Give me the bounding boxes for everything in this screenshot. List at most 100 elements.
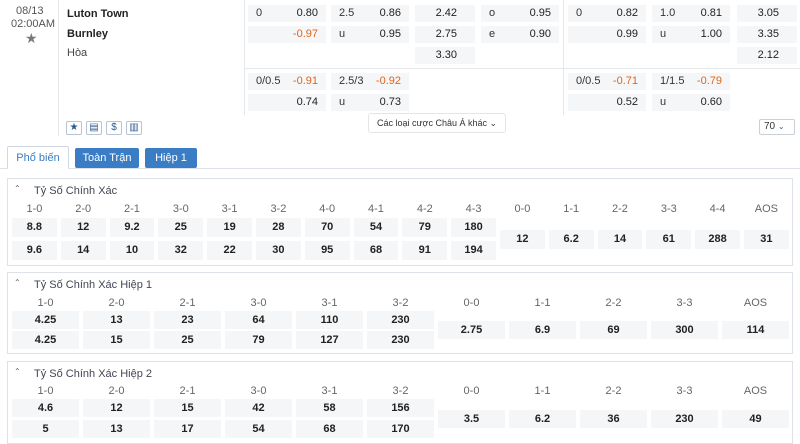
score-odds[interactable]: 127 bbox=[296, 331, 363, 349]
favorite-star-icon[interactable]: ★ bbox=[25, 30, 38, 47]
hdp-away-odds[interactable]: -0.97 bbox=[248, 26, 326, 43]
score-odds[interactable]: 4.25 bbox=[12, 331, 79, 349]
score-odds[interactable]: 5 bbox=[12, 420, 79, 438]
score-odds[interactable]: 79 bbox=[225, 331, 292, 349]
collapse-icon[interactable]: ⌃ bbox=[14, 184, 21, 193]
score-odds[interactable]: 64 bbox=[225, 311, 292, 329]
score-odds[interactable]: 12 bbox=[500, 230, 545, 249]
score-odds[interactable]: 12 bbox=[83, 399, 150, 417]
score-odds[interactable]: 180 bbox=[451, 218, 496, 237]
score-odds[interactable]: 49 bbox=[722, 410, 789, 428]
favorite-icon[interactable]: ★ bbox=[66, 121, 82, 135]
ou2-under-odds[interactable]: u 0.73 bbox=[331, 94, 409, 111]
score-odds[interactable]: 170 bbox=[367, 420, 434, 438]
score-odds[interactable]: 6.9 bbox=[509, 321, 576, 339]
ou2-over-odds[interactable]: 2.5/3 -0.92 bbox=[331, 73, 409, 90]
tab-first-half[interactable]: Hiệp 1 bbox=[145, 148, 197, 168]
h1-ou-over-odds[interactable]: 1.0 0.81 bbox=[652, 5, 730, 22]
score-odds[interactable]: 8.8 bbox=[12, 218, 57, 237]
home-team[interactable]: Luton Town bbox=[67, 8, 129, 20]
ou-over-odds[interactable]: 2.5 0.86 bbox=[331, 5, 409, 22]
score-odds[interactable]: 32 bbox=[158, 241, 204, 260]
more-bets-link[interactable]: Các loại cược Châu Á khác ⌄ bbox=[368, 113, 507, 133]
h1-hdp2-away-odds[interactable]: 0.52 bbox=[568, 94, 646, 111]
score-odds[interactable]: 194 bbox=[451, 241, 496, 260]
score-odds[interactable]: 25 bbox=[154, 331, 221, 349]
score-odds[interactable]: 300 bbox=[651, 321, 718, 339]
score-odds[interactable]: 54 bbox=[225, 420, 292, 438]
collapse-icon[interactable]: ⌃ bbox=[14, 278, 21, 287]
h1-ou2-over-odds[interactable]: 1/1.5 -0.79 bbox=[652, 73, 730, 90]
score-odds[interactable]: 6.2 bbox=[509, 410, 576, 428]
score-odds[interactable]: 230 bbox=[367, 331, 434, 349]
tab-popular[interactable]: Phổ biến bbox=[7, 146, 69, 169]
score-odds[interactable]: 58 bbox=[296, 399, 363, 417]
score-header: 2-1 bbox=[124, 203, 140, 215]
h1-x12-draw-odds[interactable]: 2.12 bbox=[737, 47, 797, 64]
away-team[interactable]: Burnley bbox=[67, 28, 108, 40]
score-odds[interactable]: 22 bbox=[207, 241, 252, 260]
score-odds[interactable]: 61 bbox=[646, 230, 692, 249]
score-odds[interactable]: 95 bbox=[304, 241, 350, 260]
h1-hdp-home-odds[interactable]: 0 0.82 bbox=[568, 5, 646, 22]
h1-ou2-under-odds[interactable]: u 0.60 bbox=[652, 94, 730, 111]
score-odds[interactable]: 30 bbox=[256, 241, 301, 260]
score-odds[interactable]: 9.2 bbox=[109, 218, 155, 237]
odd-odds[interactable]: o 0.95 bbox=[481, 5, 559, 22]
hdp2-home-odds[interactable]: 0/0.5 -0.91 bbox=[248, 73, 326, 90]
more-count-select[interactable]: 70 ⌄ bbox=[759, 119, 795, 135]
even-odds[interactable]: e 0.90 bbox=[481, 26, 559, 43]
score-odds[interactable]: 42 bbox=[225, 399, 292, 417]
score-odds[interactable]: 156 bbox=[367, 399, 434, 417]
score-odds[interactable]: 114 bbox=[722, 321, 789, 339]
score-odds[interactable]: 110 bbox=[296, 311, 363, 329]
tab-full-match[interactable]: Toàn Trận bbox=[75, 148, 139, 168]
score-odds[interactable]: 230 bbox=[651, 410, 718, 428]
h1-x12-home-odds[interactable]: 3.05 bbox=[737, 5, 797, 22]
score-odds[interactable]: 4.25 bbox=[12, 311, 79, 329]
score-odds[interactable]: 230 bbox=[367, 311, 434, 329]
stats-table-icon[interactable]: ▤ bbox=[86, 121, 102, 135]
ou-under-odds[interactable]: u 0.95 bbox=[331, 26, 409, 43]
score-odds[interactable]: 6.2 bbox=[548, 230, 594, 249]
dollar-icon[interactable]: $ bbox=[106, 121, 122, 135]
score-odds[interactable]: 79 bbox=[402, 218, 448, 237]
score-odds[interactable]: 19 bbox=[207, 218, 252, 237]
score-odds[interactable]: 12 bbox=[60, 218, 106, 237]
score-odds[interactable]: 28 bbox=[256, 218, 301, 237]
score-odds[interactable]: 14 bbox=[597, 230, 643, 249]
x12-home-odds[interactable]: 2.42 bbox=[415, 5, 475, 22]
score-odds[interactable]: 13 bbox=[83, 311, 150, 329]
score-odds[interactable]: 31 bbox=[744, 230, 789, 249]
score-odds[interactable]: 23 bbox=[154, 311, 221, 329]
collapse-icon[interactable]: ⌃ bbox=[14, 367, 21, 376]
score-odds[interactable]: 13 bbox=[83, 420, 150, 438]
hdp2-away-odds[interactable]: 0.74 bbox=[248, 94, 326, 111]
score-odds[interactable]: 25 bbox=[158, 218, 204, 237]
score-odds[interactable]: 9.6 bbox=[12, 241, 57, 260]
score-odds[interactable]: 14 bbox=[60, 241, 106, 260]
score-odds[interactable]: 70 bbox=[304, 218, 350, 237]
score-odds[interactable]: 69 bbox=[580, 321, 647, 339]
x12-away-odds[interactable]: 2.75 bbox=[415, 26, 475, 43]
score-odds[interactable]: 54 bbox=[353, 218, 399, 237]
score-odds[interactable]: 15 bbox=[83, 331, 150, 349]
h1-ou-under-odds[interactable]: u 1.00 bbox=[652, 26, 730, 43]
score-odds[interactable]: 68 bbox=[296, 420, 363, 438]
score-odds[interactable]: 36 bbox=[580, 410, 647, 428]
x12-draw-odds[interactable]: 3.30 bbox=[415, 47, 475, 64]
score-odds[interactable]: 15 bbox=[154, 399, 221, 417]
h1-hdp2-home-odds[interactable]: 0/0.5 -0.71 bbox=[568, 73, 646, 90]
score-odds[interactable]: 91 bbox=[402, 241, 448, 260]
score-odds[interactable]: 4.6 bbox=[12, 399, 79, 417]
h1-hdp-away-odds[interactable]: 0.99 bbox=[568, 26, 646, 43]
score-odds[interactable]: 2.75 bbox=[438, 321, 505, 339]
score-odds[interactable]: 10 bbox=[109, 241, 155, 260]
score-odds[interactable]: 68 bbox=[353, 241, 399, 260]
bar-chart-icon[interactable]: ▥ bbox=[126, 121, 142, 135]
h1-x12-away-odds[interactable]: 3.35 bbox=[737, 26, 797, 43]
hdp-home-odds[interactable]: 0 0.80 bbox=[248, 5, 326, 22]
score-odds[interactable]: 288 bbox=[695, 230, 740, 249]
score-odds[interactable]: 3.5 bbox=[438, 410, 505, 428]
score-odds[interactable]: 17 bbox=[154, 420, 221, 438]
